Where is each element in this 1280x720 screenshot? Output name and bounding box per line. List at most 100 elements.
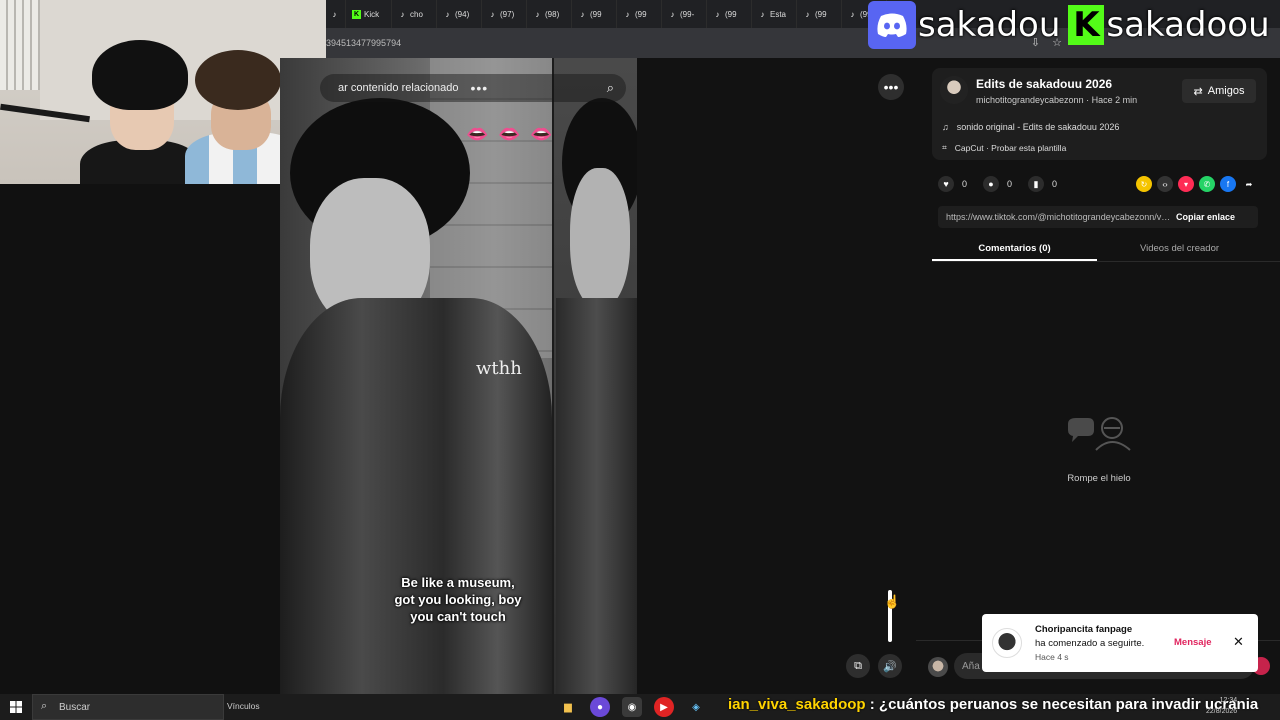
- friends-button[interactable]: ⇄ Amigos: [1182, 79, 1256, 103]
- browser-tab[interactable]: ♪ (99: [797, 0, 842, 28]
- search-placeholder: ar contenido relacionado: [338, 82, 459, 94]
- tiktok-icon: ♪: [490, 9, 495, 19]
- links-toolbar[interactable]: Vínculos: [227, 701, 260, 711]
- video-title[interactable]: Edits de sakadouu 2026: [976, 77, 1112, 91]
- tiktok-icon: ♪: [332, 9, 337, 19]
- avatar: [928, 657, 948, 677]
- bookmark-icon: ▮: [1028, 176, 1045, 192]
- tiktok-icon: ♪: [670, 9, 675, 19]
- comment-placeholder: Aña: [962, 660, 980, 672]
- kick-icon: K: [352, 9, 361, 19]
- comment-bubble-icon: ●: [983, 176, 1000, 192]
- browser-tab[interactable]: ♪ (98): [527, 0, 572, 28]
- follower-name: Choripancita fanpage: [1035, 624, 1133, 635]
- kick-logo-icon: K: [1068, 5, 1105, 45]
- share-icons: ↻ ‹› ▾ ✆ f ➦: [1136, 176, 1257, 192]
- comment-button[interactable]: ● 0: [983, 176, 1012, 192]
- repost-icon[interactable]: ↻: [1136, 176, 1152, 192]
- obs-icon[interactable]: ●: [590, 697, 610, 717]
- like-count: 0: [962, 179, 968, 189]
- avatar[interactable]: [940, 76, 968, 104]
- tab-comments[interactable]: Comentarios (0): [932, 238, 1097, 261]
- stream-brand-overlay: sakadou K sakadoou: [868, 0, 1280, 50]
- tiktok-icon: ♪: [535, 9, 540, 19]
- follow-notification-toast: Choripancita fanpage ha comenzado a segu…: [982, 614, 1258, 672]
- tab-label: (99: [815, 9, 827, 19]
- browser-tab[interactable]: ♪ (99: [572, 0, 617, 28]
- empty-comments-illustration-icon: [1068, 417, 1131, 451]
- browser-tab[interactable]: ♪ (99-: [662, 0, 707, 28]
- video-overlay-text: wthh: [476, 358, 522, 379]
- tiktok-icon: ♪: [850, 9, 855, 19]
- chrome-icon[interactable]: ◉: [622, 697, 642, 717]
- tab-label: (94): [455, 9, 470, 19]
- browser-tab[interactable]: ♪ (94): [437, 0, 482, 28]
- engagement-actions: ♥ 0 ● 0 ▮ 0: [938, 176, 1065, 192]
- lyric-line: you can't touch: [410, 609, 506, 624]
- chat-ticker: ian_viva_sakadoop : ¿cuántos peruanos se…: [728, 696, 1258, 713]
- file-explorer-icon[interactable]: ▆: [558, 697, 578, 717]
- save-count: 0: [1052, 179, 1058, 189]
- sound-link[interactable]: ♫ sonido original - Edits de sakadouu 20…: [942, 122, 1119, 132]
- avatar[interactable]: [992, 628, 1022, 658]
- follow-action-text: ha comenzado a seguirte.: [1035, 638, 1145, 649]
- sound-label: sonido original - Edits de sakadouu 2026: [956, 122, 1120, 132]
- empty-comments-text: Rompe el hielo: [1067, 473, 1131, 484]
- video-area: 👄 👄 👄 wthh Be like a museum, got you loo…: [280, 58, 916, 694]
- browser-tab[interactable]: ♪: [326, 0, 346, 28]
- share-arrow-icon[interactable]: ➦: [1241, 176, 1257, 192]
- send-icon[interactable]: ▾: [1178, 176, 1194, 192]
- browser-tab[interactable]: ♪ (97): [482, 0, 527, 28]
- video-link[interactable]: https://www.tiktok.com/@michotitograndey…: [938, 212, 1172, 222]
- system-clock[interactable]: 12:34 22/8/2026: [1206, 695, 1237, 717]
- windows-logo-icon: [10, 701, 22, 713]
- kick-username: sakadoou: [1106, 5, 1270, 45]
- floating-player-button[interactable]: ⧉: [846, 654, 870, 678]
- creator-subtitle[interactable]: michotitograndeycabezonn · Hace 2 min: [976, 95, 1137, 105]
- swap-arrows-icon: ⇄: [1193, 85, 1203, 98]
- volume-button[interactable]: 🔊: [878, 654, 902, 678]
- taskbar-search-input[interactable]: ⌕ Buscar: [32, 694, 224, 720]
- comments-tabs: Comentarios (0) Videos del creador: [932, 238, 1280, 262]
- tiktok-icon: ♪: [580, 9, 585, 19]
- capcut-link[interactable]: ⌗ CapCut · Probar esta plantilla: [942, 142, 1066, 153]
- related-content-search[interactable]: ar contenido relacionado ••• ⌕: [320, 74, 626, 102]
- like-button[interactable]: ♥ 0: [938, 176, 967, 192]
- search-icon[interactable]: ⌕: [607, 80, 614, 96]
- tab-label: (99: [725, 9, 737, 19]
- creator-card: Edits de sakadouu 2026 michotitograndeyc…: [932, 68, 1267, 160]
- copy-link-button[interactable]: Copiar enlace: [1176, 212, 1235, 222]
- facebook-icon[interactable]: f: [1220, 176, 1236, 192]
- discord-glyph: [877, 13, 907, 37]
- tab-label: (98): [545, 9, 560, 19]
- youtube-music-icon[interactable]: ▶: [654, 697, 674, 717]
- lips-emoji-icon: 👄: [466, 124, 489, 144]
- discord-logo-icon: [868, 1, 916, 49]
- browser-tab[interactable]: ♪ (99: [707, 0, 752, 28]
- tab-creator-videos[interactable]: Videos del creador: [1097, 238, 1262, 261]
- embed-code-icon[interactable]: ‹›: [1157, 176, 1173, 192]
- video-player[interactable]: 👄 👄 👄 wthh Be like a museum, got you loo…: [280, 58, 637, 694]
- chat-username: ian_viva_sakadoop: [728, 696, 866, 713]
- more-options-button[interactable]: •••: [878, 74, 904, 100]
- browser-tab[interactable]: ♪ (99: [617, 0, 662, 28]
- lips-emoji-icon: 👄: [530, 124, 553, 144]
- tiktok-icon: ♪: [760, 9, 765, 19]
- browser-tab[interactable]: ♪ Esta: [752, 0, 797, 28]
- save-button[interactable]: ▮ 0: [1028, 176, 1057, 192]
- steam-icon[interactable]: ◈: [686, 697, 706, 717]
- whatsapp-icon[interactable]: ✆: [1199, 176, 1215, 192]
- windows-taskbar: ⌕ Buscar Vínculos ▆ ● ◉ ▶ ◈ ian_viva_sak…: [0, 694, 1280, 720]
- taskbar-search-label: Buscar: [59, 701, 91, 713]
- clock-date: 22/8/2026: [1206, 708, 1238, 715]
- tab-label: (99: [590, 9, 602, 19]
- windows-start-button[interactable]: [0, 694, 32, 720]
- message-button[interactable]: Mensaje: [1174, 637, 1212, 648]
- browser-tab[interactable]: ♪ cho: [392, 0, 437, 28]
- tiktok-icon: ♪: [805, 9, 810, 19]
- browser-tab-kick[interactable]: K Kick: [346, 0, 392, 28]
- close-icon[interactable]: ✕: [1233, 634, 1244, 650]
- tab-label: Kick: [364, 9, 380, 19]
- lips-emoji-icon: 👄: [498, 124, 521, 144]
- search-icon: ⌕: [41, 700, 48, 712]
